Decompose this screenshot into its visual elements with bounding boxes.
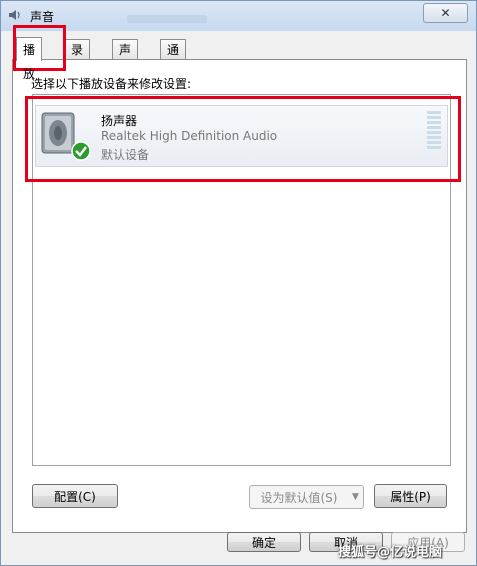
device-list[interactable]: 扬声器 Realtek High Definition Audio 默认设备 [32,94,451,466]
tab-playback[interactable]: 播放 [16,37,43,81]
volume-level-meter [427,111,441,153]
set-default-button[interactable]: 设为默认值(S) [249,485,349,509]
title-bar: 声音 ✕ [1,1,476,31]
tab-sounds[interactable]: 声音 [112,39,139,77]
check-icon [71,141,91,161]
device-description: Realtek High Definition Audio [101,129,278,143]
close-button[interactable]: ✕ [423,3,468,23]
ok-button[interactable]: 确定 [227,532,301,552]
tab-communications[interactable]: 通信 [160,39,187,77]
window-title: 声音 [30,10,55,24]
sound-dialog: 声音 ✕ 播放 录制 声音 通信 选择以下播放设备来修改设置: 扬声器 [0,0,477,566]
watermark: 搜狐号@亿说电脑 [338,545,443,560]
device-status: 默认设备 [101,148,150,162]
device-item-speakers[interactable]: 扬声器 Realtek High Definition Audio 默认设备 [35,105,448,167]
instruction-label: 选择以下播放设备来修改设置: [31,77,192,91]
playback-panel: 选择以下播放设备来修改设置: 扬声器 Realtek High Definiti… [12,59,467,533]
set-default-dropdown-icon[interactable]: ▼ [348,485,364,509]
close-icon: ✕ [440,6,451,20]
configure-button[interactable]: 配置(C) [32,484,118,508]
title-bar-blur [127,15,207,23]
sound-icon [9,10,20,20]
tab-recording[interactable]: 录制 [64,39,91,77]
properties-button[interactable]: 属性(P) [374,484,447,508]
device-name: 扬声器 [101,114,138,128]
speaker-icon [41,112,91,161]
